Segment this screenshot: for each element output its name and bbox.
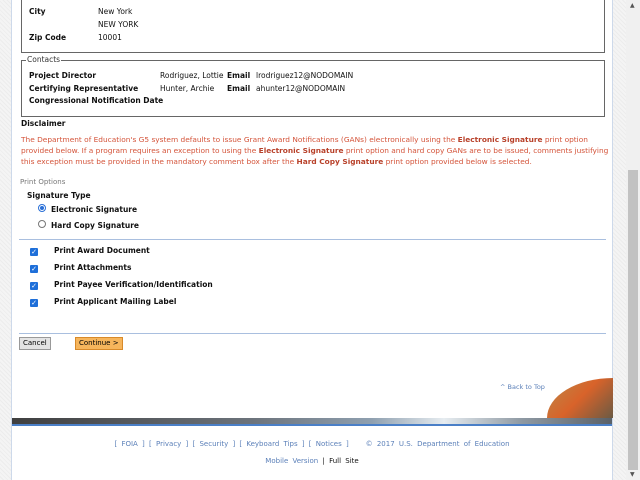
contact-role: Congressional Notification Date <box>29 96 164 105</box>
checkbox-label[interactable]: Print Payee Verification/Identification <box>54 280 213 289</box>
separator: | <box>322 457 325 465</box>
copyright: © 2017 U.S. Department of Education <box>365 440 510 448</box>
foia-link[interactable]: FOIA <box>121 440 137 448</box>
notices-link[interactable]: Notices <box>316 440 342 448</box>
city-value: New York <box>98 7 133 16</box>
text: Electronic Signature <box>258 146 344 155</box>
print-options-title: Print Options <box>20 178 66 186</box>
scroll-down-icon[interactable]: ▼ <box>630 471 635 478</box>
cancel-button[interactable]: Cancel <box>19 337 51 350</box>
city-label: City <box>29 7 46 16</box>
city-upper-value: NEW YORK <box>98 20 139 29</box>
divider <box>19 239 606 240</box>
checkbox-label[interactable]: Print Applicant Mailing Label <box>54 297 176 306</box>
disclaimer-text: The Department of Education's G5 system … <box>21 134 611 167</box>
email-label: Email <box>227 84 251 93</box>
checkbox-label[interactable]: Print Attachments <box>54 263 131 272</box>
banner-strip <box>12 418 612 426</box>
security-link[interactable]: Security <box>199 440 228 448</box>
text: Electronic Signature <box>457 135 543 144</box>
zip-value: 10001 <box>98 33 122 42</box>
text: print option provided below is selected. <box>383 157 532 166</box>
vertical-scrollbar[interactable]: ▲ ▼ <box>626 0 640 480</box>
main-page: City New York NEW YORK Zip Code 10001 Co… <box>11 0 613 480</box>
continue-button[interactable]: Continue > <box>75 337 123 350</box>
hard-copy-signature-radio[interactable] <box>38 220 46 228</box>
disclaimer-title: Disclaimer <box>21 119 66 128</box>
contacts-legend: Contacts <box>26 55 62 64</box>
classroom-image <box>547 378 613 418</box>
scrollbar-thumb[interactable] <box>628 170 638 470</box>
privacy-link[interactable]: Privacy <box>156 440 181 448</box>
text: Hard Copy Signature <box>296 157 384 166</box>
site-version: Mobile Version | Full Site <box>12 457 612 465</box>
footer-links: [ FOIA ] [ Privacy ] [ Security ] [ Keyb… <box>114 440 510 448</box>
radio-label[interactable]: Electronic Signature <box>51 205 137 214</box>
contact-role: Certifying Representative <box>29 84 139 93</box>
print-mailing-label-checkbox[interactable]: ✓ <box>30 299 38 307</box>
divider <box>19 333 606 334</box>
contact-role: Project Director <box>29 71 97 80</box>
contacts-fieldset: Contacts Project Director Rodriguez, Lot… <box>21 55 605 117</box>
contact-email: lrodriguez12@NODOMAIN <box>256 71 354 80</box>
checkbox-label[interactable]: Print Award Document <box>54 246 150 255</box>
mobile-version-link[interactable]: Mobile Version <box>265 457 318 465</box>
print-attachments-checkbox[interactable]: ✓ <box>30 265 38 273</box>
address-fieldset: City New York NEW YORK Zip Code 10001 <box>21 0 605 53</box>
print-payee-checkbox[interactable]: ✓ <box>30 282 38 290</box>
radio-label[interactable]: Hard Copy Signature <box>51 221 139 230</box>
signature-type-label: Signature Type <box>27 191 91 200</box>
scroll-up-icon[interactable]: ▲ <box>630 2 635 9</box>
email-label: Email <box>227 71 251 80</box>
print-award-document-checkbox[interactable]: ✓ <box>30 248 38 256</box>
back-to-top-link[interactable]: ^ Back to Top <box>500 383 545 391</box>
contact-name: Rodriguez, Lottie <box>160 71 224 80</box>
text: The Department of Education's G5 system … <box>21 135 458 144</box>
electronic-signature-radio[interactable] <box>38 204 46 212</box>
keyboard-tips-link[interactable]: Keyboard Tips <box>246 440 297 448</box>
contact-name: Hunter, Archie <box>160 84 215 93</box>
zip-label: Zip Code <box>29 33 67 42</box>
contact-email: ahunter12@NODOMAIN <box>256 84 346 93</box>
full-site-label: Full Site <box>329 457 359 465</box>
